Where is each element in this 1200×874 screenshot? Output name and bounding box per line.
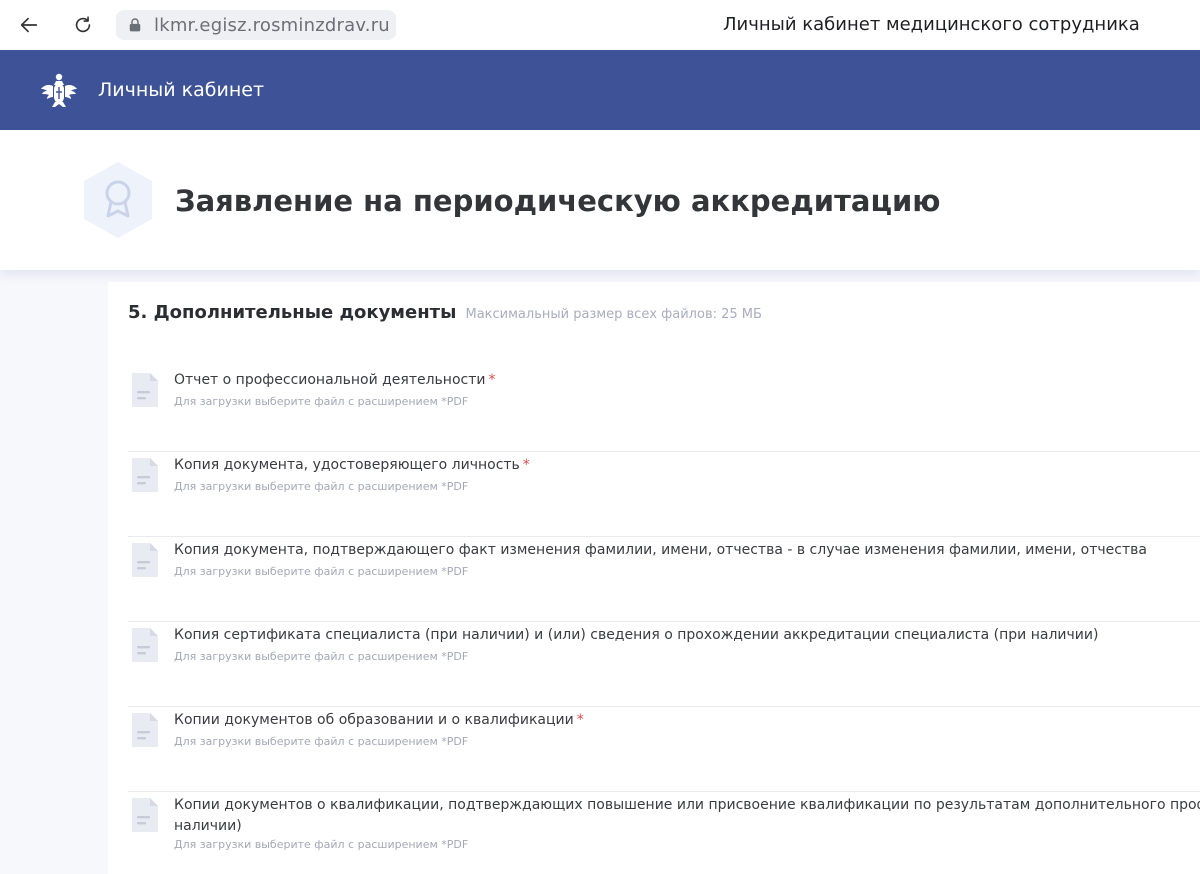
document-row-qualification[interactable]: Копии документов о квалификации, подтвер… bbox=[128, 792, 1200, 874]
document-row-certificate[interactable]: Копия сертификата специалиста (при налич… bbox=[128, 622, 1200, 707]
document-hint: Для загрузки выберите файл с расширением… bbox=[174, 735, 469, 748]
document-hint: Для загрузки выберите файл с расширением… bbox=[174, 565, 469, 578]
document-row-identity[interactable]: Копия документа, удостоверяющего личност… bbox=[128, 452, 1200, 537]
document-hint: Для загрузки выберите файл с расширением… bbox=[174, 838, 469, 851]
document-icon bbox=[132, 798, 158, 832]
lock-icon[interactable] bbox=[126, 16, 144, 34]
document-icon bbox=[132, 373, 158, 407]
document-hint: Для загрузки выберите файл с расширением… bbox=[174, 480, 469, 493]
app-header: Личный кабинет bbox=[0, 50, 1200, 130]
document-label: Копии документов об образовании и о квал… bbox=[174, 712, 584, 728]
document-label: Копия сертификата специалиста (при налич… bbox=[174, 627, 1099, 643]
document-label: Копия документа, подтверждающего факт из… bbox=[174, 542, 1147, 558]
document-icon bbox=[132, 458, 158, 492]
document-label: Отчет о профессиональной деятельности * bbox=[174, 372, 496, 388]
reload-icon bbox=[75, 16, 91, 33]
arrow-left-icon bbox=[20, 17, 38, 33]
document-icon bbox=[132, 543, 158, 577]
section-note: Максимальный размер всех файлов: 25 МБ bbox=[465, 307, 762, 322]
document-label: Копии документов о квалификации, подтвер… bbox=[174, 797, 1200, 834]
document-label: Копия документа, удостоверяющего личност… bbox=[174, 457, 530, 473]
page-title-band: Заявление на периодическую аккредитацию bbox=[0, 130, 1200, 270]
window-title: Личный кабинет медицинского сотрудника bbox=[723, 14, 1140, 35]
document-row-activity-report[interactable]: Отчет о профессиональной деятельности * Д… bbox=[128, 367, 1200, 452]
document-icon bbox=[132, 628, 158, 662]
emblem-icon[interactable] bbox=[38, 68, 80, 110]
required-mark: * bbox=[522, 457, 530, 473]
required-mark: * bbox=[576, 712, 584, 728]
document-row-name-change[interactable]: Копия документа, подтверждающего факт из… bbox=[128, 537, 1200, 622]
page-title: Заявление на периодическую аккредитацию bbox=[175, 184, 941, 218]
address-bar[interactable]: lkmr.egisz.rosminzdrav.ru bbox=[116, 10, 396, 40]
reload-button[interactable] bbox=[66, 8, 100, 42]
documents-card: 5. Дополнительные документы Максимальный… bbox=[108, 282, 1200, 874]
document-icon bbox=[132, 713, 158, 747]
award-ribbon-icon bbox=[84, 162, 152, 238]
url-text: lkmr.egisz.rosminzdrav.ru bbox=[154, 14, 390, 36]
required-mark: * bbox=[488, 372, 496, 388]
app-title[interactable]: Личный кабинет bbox=[98, 79, 264, 101]
section-header: 5. Дополнительные документы Максимальный… bbox=[128, 302, 762, 323]
back-button[interactable] bbox=[12, 8, 46, 42]
browser-toolbar: lkmr.egisz.rosminzdrav.ru Личный кабинет… bbox=[0, 0, 1200, 50]
document-hint: Для загрузки выберите файл с расширением… bbox=[174, 650, 469, 663]
section-title: 5. Дополнительные документы bbox=[128, 302, 457, 323]
document-hint: Для загрузки выберите файл с расширением… bbox=[174, 395, 469, 408]
document-row-education[interactable]: Копии документов об образовании и о квал… bbox=[128, 707, 1200, 792]
